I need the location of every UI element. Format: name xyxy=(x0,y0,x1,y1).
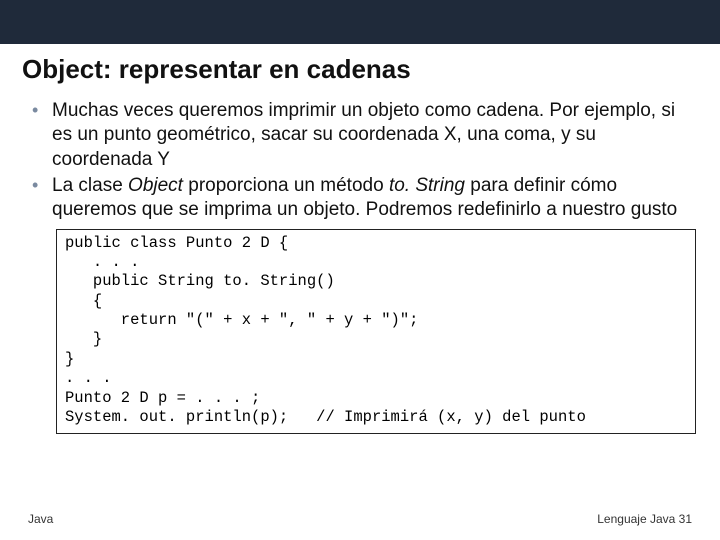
footer-right: Lenguaje Java 31 xyxy=(597,512,692,526)
emphasis-object: Object xyxy=(128,175,183,196)
bullet-item: Muchas veces queremos imprimir un objeto… xyxy=(28,99,692,172)
footer-left: Java xyxy=(28,512,53,526)
emphasis-tostring: to. String xyxy=(389,175,465,196)
bullet-text-part: La clase xyxy=(52,175,128,196)
bullet-text-part: proporciona un método xyxy=(183,175,389,196)
bullet-item: La clase Object proporciona un método to… xyxy=(28,174,692,223)
code-block: public class Punto 2 D { . . . public St… xyxy=(56,229,696,435)
top-bar xyxy=(0,0,720,44)
slide-title: Object: representar en cadenas xyxy=(0,44,720,99)
slide-content: Muchas veces queremos imprimir un objeto… xyxy=(0,99,720,434)
footer: Java Lenguaje Java 31 xyxy=(0,512,720,526)
bullet-text: Muchas veces queremos imprimir un objeto… xyxy=(52,100,675,170)
bullet-list: Muchas veces queremos imprimir un objeto… xyxy=(28,99,692,223)
